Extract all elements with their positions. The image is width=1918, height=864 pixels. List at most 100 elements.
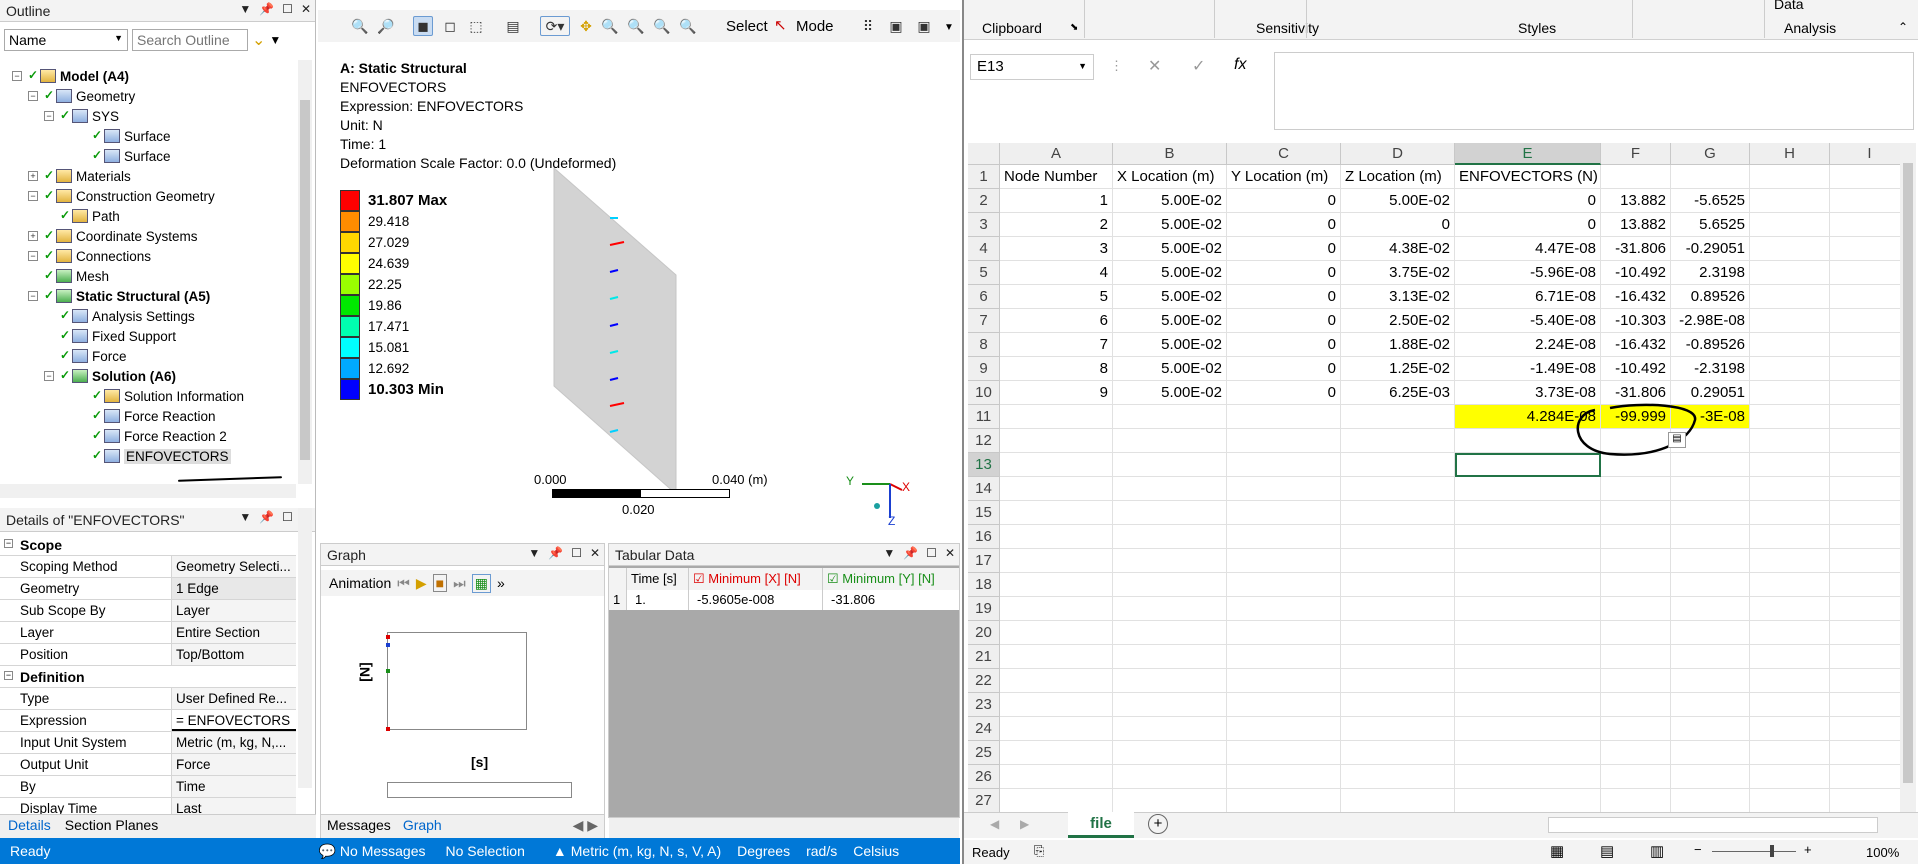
page-layout-icon[interactable]: ▤: [1600, 842, 1614, 860]
sheet-cell[interactable]: [1341, 477, 1455, 501]
sheet-cell[interactable]: [1227, 669, 1341, 693]
sheet-cell[interactable]: [1750, 429, 1830, 453]
col-minimum-y[interactable]: ☑ Minimum [Y] [N]: [823, 568, 957, 590]
sheet-cell[interactable]: 5.00E-02: [1341, 189, 1455, 213]
tree-item[interactable]: − ✓ SYS: [44, 106, 119, 126]
details-row[interactable]: Sub Scope By Layer: [0, 600, 296, 622]
sheet-cell[interactable]: 8: [1000, 357, 1113, 381]
sheet-cell[interactable]: [1341, 621, 1455, 645]
next-sheet-icon[interactable]: ▶: [1020, 817, 1029, 831]
sheet-cell[interactable]: [1601, 741, 1671, 765]
row-header[interactable]: 8: [968, 333, 1000, 357]
sheet-cell[interactable]: [1455, 669, 1601, 693]
sheet-cell[interactable]: [1830, 669, 1910, 693]
sheet-cell[interactable]: 0: [1227, 357, 1341, 381]
details-row[interactable]: Position Top/Bottom: [0, 644, 296, 666]
quick-analysis-icon[interactable]: ▤: [1668, 432, 1686, 448]
expand-toggle-icon[interactable]: −: [44, 111, 54, 121]
tab-section-planes[interactable]: Section Planes: [65, 817, 158, 836]
sheet-cell[interactable]: [1113, 717, 1227, 741]
row-header[interactable]: 15: [968, 501, 1000, 525]
sheet-cell[interactable]: 13.882: [1601, 213, 1671, 237]
details-value[interactable]: Time: [172, 776, 296, 797]
horizontal-scrollbar[interactable]: [1548, 817, 1878, 833]
tab-graph[interactable]: Graph: [403, 817, 442, 836]
sheet-cell[interactable]: [1455, 621, 1601, 645]
sheet-cell[interactable]: [1830, 789, 1910, 813]
details-row[interactable]: Geometry 1 Edge: [0, 578, 296, 600]
sheet-cell[interactable]: [1750, 597, 1830, 621]
sheet-cell[interactable]: [1830, 213, 1910, 237]
sheet-cell[interactable]: 5: [1000, 285, 1113, 309]
sheet-cell[interactable]: [1671, 165, 1750, 189]
sheet-cell[interactable]: [1113, 525, 1227, 549]
sheet-cell[interactable]: [1227, 429, 1341, 453]
sheet-cell[interactable]: 1.25E-02: [1341, 357, 1455, 381]
sheet-cell[interactable]: [1227, 645, 1341, 669]
sheet-cell[interactable]: [1000, 477, 1113, 501]
more-icon[interactable]: »: [497, 575, 505, 591]
sheet-cell[interactable]: [1750, 261, 1830, 285]
sheet-cell[interactable]: [1750, 213, 1830, 237]
sheet-cell[interactable]: 1.88E-02: [1341, 333, 1455, 357]
sheet-cell[interactable]: [1455, 573, 1601, 597]
sheet-cell[interactable]: [1830, 693, 1910, 717]
dialog-launcher-icon[interactable]: ⬊: [1070, 22, 1078, 33]
expand-toggle-icon[interactable]: +: [28, 171, 38, 181]
status-rads[interactable]: rad/s: [806, 843, 837, 859]
tree-item[interactable]: ✓ Solution Information: [92, 386, 244, 406]
sheet-cell[interactable]: [1000, 717, 1113, 741]
collapse-ribbon-icon[interactable]: ⌃: [1898, 20, 1908, 34]
dropdown-icon[interactable]: ▼: [528, 546, 540, 560]
status-units[interactable]: Metric (m, kg, N, s, V, A): [571, 843, 721, 859]
sheet-cell[interactable]: [1750, 741, 1830, 765]
filter-chevron-icon[interactable]: ⌄: [252, 30, 265, 50]
sheet-cell[interactable]: [1830, 549, 1910, 573]
sheet-cell[interactable]: 2.3198: [1671, 261, 1750, 285]
sheet-cell[interactable]: Node Number: [1000, 165, 1113, 189]
sheet-cell[interactable]: [1341, 597, 1455, 621]
sheet-cell[interactable]: [1671, 789, 1750, 813]
maximize-icon[interactable]: ☐: [282, 2, 293, 16]
formula-input[interactable]: [1274, 52, 1914, 130]
sheet-cell[interactable]: [1113, 405, 1227, 429]
zoom-out-icon[interactable]: −: [1694, 842, 1702, 857]
sheet-cell[interactable]: [1341, 429, 1455, 453]
sheet-cell[interactable]: [1000, 525, 1113, 549]
row-header[interactable]: 9: [968, 357, 1000, 381]
sheet-cell[interactable]: [1227, 765, 1341, 789]
column-header[interactable]: E: [1455, 143, 1601, 165]
sheet-cell[interactable]: [1671, 597, 1750, 621]
sheet-cell[interactable]: 6: [1000, 309, 1113, 333]
row-header[interactable]: 17: [968, 549, 1000, 573]
sheet-cell[interactable]: 3.75E-02: [1341, 261, 1455, 285]
sheet-cell[interactable]: [1830, 501, 1910, 525]
row-header[interactable]: 21: [968, 645, 1000, 669]
pin-icon[interactable]: 📌: [548, 546, 563, 560]
tree-item[interactable]: − ✓ Geometry: [28, 86, 135, 106]
zoom-slider-thumb[interactable]: [1770, 845, 1774, 857]
pan-icon[interactable]: ✥: [576, 16, 596, 36]
details-row[interactable]: Type User Defined Re...: [0, 688, 296, 710]
sheet-cell[interactable]: [1750, 525, 1830, 549]
row-header[interactable]: 4: [968, 237, 1000, 261]
sheet-cell[interactable]: [1750, 549, 1830, 573]
sheet-cell[interactable]: 3.13E-02: [1341, 285, 1455, 309]
sheet-cell[interactable]: [1113, 477, 1227, 501]
first-frame-icon[interactable]: ⏮: [397, 575, 410, 592]
sheet-cell[interactable]: [1000, 741, 1113, 765]
sheet-cell[interactable]: 9: [1000, 381, 1113, 405]
row-header[interactable]: 25: [968, 741, 1000, 765]
expand-toggle-icon[interactable]: −: [28, 251, 38, 261]
dropdown-icon[interactable]: ▼: [239, 510, 251, 524]
sheet-cell[interactable]: [1000, 597, 1113, 621]
sheet-cell[interactable]: [1671, 645, 1750, 669]
sheet-cell[interactable]: [1455, 741, 1601, 765]
sheet-cell[interactable]: [1113, 645, 1227, 669]
details-row[interactable]: Layer Entire Section: [0, 622, 296, 644]
sheet-cell[interactable]: 13.882: [1601, 189, 1671, 213]
sheet-cell[interactable]: [1830, 333, 1910, 357]
sheet-cell[interactable]: [1113, 573, 1227, 597]
collapse-icon[interactable]: −: [4, 539, 13, 548]
sheet-cell[interactable]: 5.00E-02: [1113, 237, 1227, 261]
